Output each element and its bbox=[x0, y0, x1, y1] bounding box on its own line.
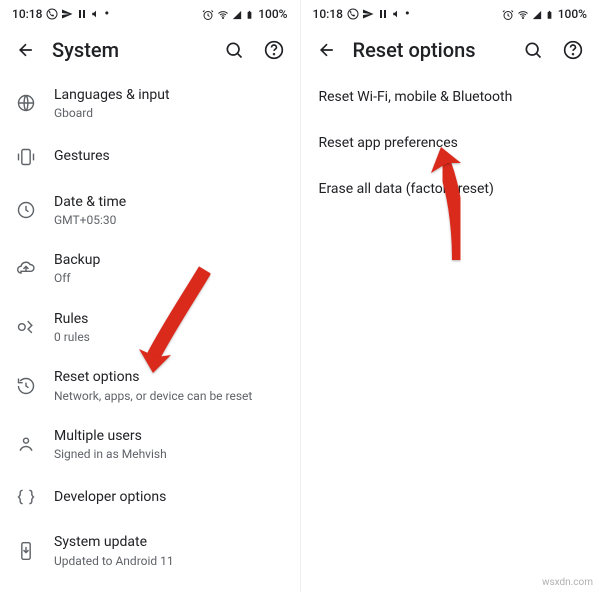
row-title: Reset app preferences bbox=[319, 134, 582, 152]
row-title: System update bbox=[54, 533, 284, 551]
back-button[interactable] bbox=[313, 36, 341, 64]
battery-pct: 100% bbox=[258, 7, 287, 21]
clock-icon bbox=[14, 198, 38, 222]
row-sub: Network, apps, or device can be reset bbox=[54, 389, 284, 403]
row-sub: Off bbox=[54, 271, 284, 285]
signal-icon bbox=[532, 9, 542, 21]
row-reset-options[interactable]: Reset options Network, apps, or device c… bbox=[0, 356, 300, 415]
row-title: Developer options bbox=[54, 488, 284, 506]
status-icons-right bbox=[502, 7, 554, 21]
search-icon bbox=[224, 40, 244, 60]
battery-icon bbox=[545, 9, 554, 21]
help-button[interactable] bbox=[559, 36, 587, 64]
row-title: Reset options bbox=[54, 368, 284, 386]
users-icon bbox=[14, 432, 38, 456]
battery-icon bbox=[245, 9, 254, 21]
row-sub: 0 rules bbox=[54, 330, 284, 344]
status-bar: 10:18 • 100% bbox=[301, 0, 599, 28]
phone-right: 10:18 • 100% Reset options bbox=[300, 0, 599, 592]
pause-icon bbox=[377, 8, 389, 20]
status-time: 10:18 bbox=[12, 7, 42, 21]
row-gestures[interactable]: Gestures bbox=[0, 133, 300, 181]
row-title: Rules bbox=[54, 310, 284, 328]
status-time: 10:18 bbox=[313, 7, 343, 21]
row-title: Multiple users bbox=[54, 427, 284, 445]
row-rules[interactable]: Rules 0 rules bbox=[0, 298, 300, 357]
alarm-icon bbox=[202, 9, 214, 21]
page-title: System bbox=[52, 38, 208, 62]
system-update-icon bbox=[14, 539, 38, 563]
row-title: Gestures bbox=[54, 147, 284, 165]
status-right: 100% bbox=[202, 7, 287, 21]
send-icon bbox=[362, 8, 374, 20]
watermark: wsxdn.com bbox=[542, 577, 593, 588]
search-icon bbox=[523, 40, 543, 60]
page-title: Reset options bbox=[353, 38, 508, 62]
status-right: 100% bbox=[502, 7, 587, 21]
settings-list: Languages & input Gboard Gestures Date &… bbox=[0, 70, 300, 584]
row-title: Date & time bbox=[54, 193, 284, 211]
reset-options-list: Reset Wi-Fi, mobile & Bluetooth Reset ap… bbox=[301, 70, 599, 217]
volume-off-icon bbox=[91, 9, 101, 19]
row-multiple-users[interactable]: Multiple users Signed in as Mehvish bbox=[0, 415, 300, 474]
status-icons-right bbox=[202, 7, 254, 21]
back-button[interactable] bbox=[12, 36, 40, 64]
dot-icon: • bbox=[104, 7, 109, 21]
row-date-time[interactable]: Date & time GMT+05:30 bbox=[0, 181, 300, 240]
help-icon bbox=[264, 40, 284, 60]
arrow-left-icon bbox=[16, 40, 36, 60]
header-left: System bbox=[0, 28, 300, 70]
row-sub: Signed in as Mehvish bbox=[54, 447, 284, 461]
row-sub: GMT+05:30 bbox=[54, 213, 284, 227]
status-bar: 10:18 • 100% bbox=[0, 0, 300, 28]
row-system-update[interactable]: System update Updated to Android 11 bbox=[0, 521, 300, 580]
row-backup[interactable]: Backup Off bbox=[0, 239, 300, 298]
status-icons-left: • bbox=[46, 7, 109, 22]
phone-left: 10:18 • 100% System bbox=[0, 0, 300, 592]
wifi-icon bbox=[217, 9, 229, 21]
status-icons-left: • bbox=[347, 7, 410, 22]
row-sub: Gboard bbox=[54, 106, 284, 120]
cloud-up-icon bbox=[14, 256, 38, 280]
braces-icon bbox=[14, 485, 38, 509]
header-right: Reset options bbox=[301, 28, 599, 70]
whatsapp-icon bbox=[347, 8, 359, 20]
phone-vibrate-icon bbox=[14, 145, 38, 169]
reset-icon bbox=[14, 374, 38, 398]
row-title: Languages & input bbox=[54, 86, 284, 104]
row-reset-wifi[interactable]: Reset Wi-Fi, mobile & Bluetooth bbox=[301, 74, 599, 120]
row-sub: Updated to Android 11 bbox=[54, 554, 284, 568]
status-left: 10:18 • bbox=[12, 7, 109, 22]
row-title: Backup bbox=[54, 251, 284, 269]
signal-icon bbox=[232, 9, 242, 21]
send-icon bbox=[61, 8, 73, 20]
battery-pct: 100% bbox=[558, 7, 587, 21]
row-erase-all-data[interactable]: Erase all data (factory reset) bbox=[301, 166, 599, 212]
pause-icon bbox=[76, 8, 88, 20]
status-left: 10:18 • bbox=[313, 7, 410, 22]
dot-icon: • bbox=[405, 7, 410, 21]
volume-off-icon bbox=[392, 9, 402, 19]
alarm-icon bbox=[502, 9, 514, 21]
row-reset-app-prefs[interactable]: Reset app preferences bbox=[301, 120, 599, 166]
arrow-left-icon bbox=[317, 40, 337, 60]
rules-icon bbox=[14, 315, 38, 339]
globe-icon bbox=[14, 91, 38, 115]
row-languages-input[interactable]: Languages & input Gboard bbox=[0, 74, 300, 133]
row-title: Erase all data (factory reset) bbox=[319, 180, 582, 198]
wifi-icon bbox=[517, 9, 529, 21]
help-icon bbox=[563, 40, 583, 60]
search-button[interactable] bbox=[220, 36, 248, 64]
whatsapp-icon bbox=[46, 8, 58, 20]
help-button[interactable] bbox=[260, 36, 288, 64]
row-developer-options[interactable]: Developer options bbox=[0, 473, 300, 521]
search-button[interactable] bbox=[519, 36, 547, 64]
row-title: Reset Wi-Fi, mobile & Bluetooth bbox=[319, 88, 582, 106]
